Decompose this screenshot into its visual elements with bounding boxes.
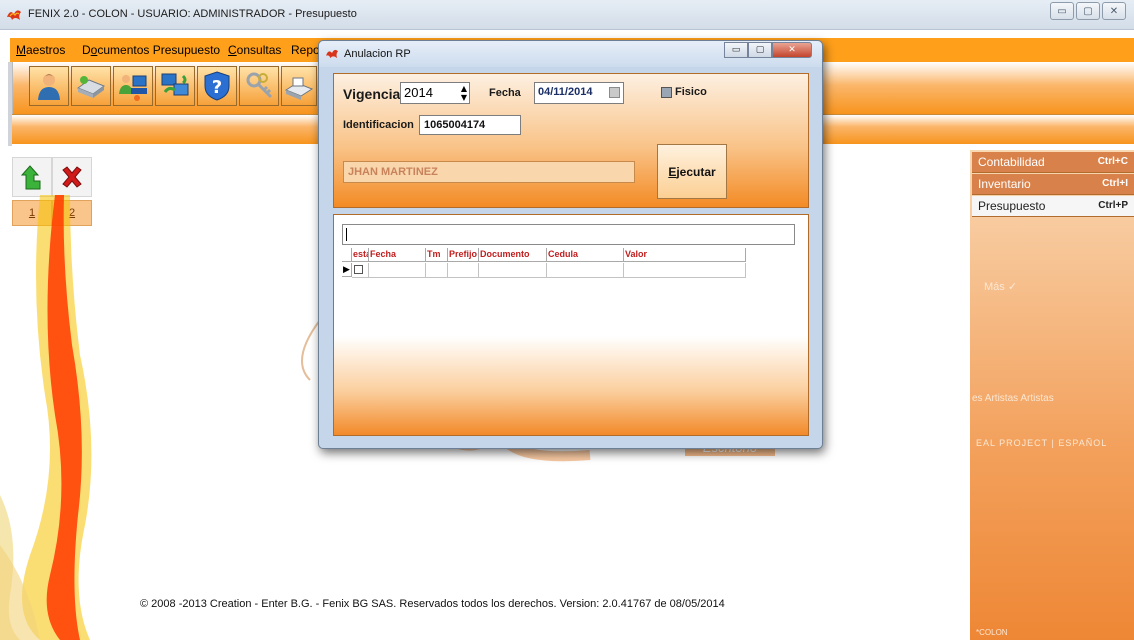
- dialog-minimize-button[interactable]: ▭: [724, 42, 748, 58]
- nombre-field: JHAN MARTINEZ: [343, 161, 635, 183]
- menu-maestros[interactable]: Maestros: [16, 43, 65, 57]
- fenix-app-icon: [326, 49, 338, 59]
- maximize-button[interactable]: ▢: [1076, 2, 1100, 20]
- users-network-icon[interactable]: [113, 66, 153, 106]
- vigencia-label: Vigencia: [343, 86, 401, 102]
- help-icon[interactable]: ?: [197, 66, 237, 106]
- module-inventario[interactable]: Inventario Ctrl+I: [972, 174, 1134, 195]
- dialog-close-button[interactable]: ✕: [772, 42, 812, 58]
- column-header-prefijo[interactable]: Prefijo: [448, 248, 479, 262]
- disk-drive-icon[interactable]: [71, 66, 111, 106]
- table-cell[interactable]: [426, 263, 448, 278]
- minimize-button[interactable]: ▭: [1050, 2, 1074, 20]
- grid-search-input[interactable]: [342, 224, 795, 245]
- fisico-label: Fisico: [675, 86, 707, 98]
- fecha-label: Fecha: [489, 87, 521, 99]
- grid-header-row: esta Fecha Tm Prefijo Documento Cedula V…: [342, 248, 746, 262]
- ghost-links-text: es Artistas Artistas: [972, 393, 1054, 404]
- identificacion-label: Identificacion: [343, 119, 414, 131]
- spinner-arrows-icon[interactable]: ▲ ▼: [461, 84, 467, 102]
- results-panel: esta Fecha Tm Prefijo Documento Cedula V…: [333, 214, 809, 436]
- identificacion-input[interactable]: 1065004174: [419, 115, 521, 135]
- row-checkbox[interactable]: [354, 265, 363, 274]
- dialog-window-controls: ▭ ▢ ✕: [724, 42, 812, 58]
- ghost-banner-text: EAL PROJECT | ESPAÑOL: [976, 438, 1108, 448]
- main-title-bar: FENIX 2.0 - COLON - USUARIO: ADMINISTRAD…: [0, 0, 1134, 30]
- column-header-tm[interactable]: Tm: [426, 248, 448, 262]
- ejecutar-button[interactable]: Ejecutar: [657, 144, 727, 199]
- column-header-valor[interactable]: Valor: [624, 248, 746, 262]
- row-header-corner: [342, 248, 352, 262]
- filter-panel: Vigencia 2014 ▲ ▼ Fecha 04/11/2014 Fisico…: [333, 73, 809, 208]
- dialog-title-bar: Anulacion RP ▭ ▢ ✕: [319, 41, 822, 67]
- table-cell[interactable]: [624, 263, 746, 278]
- row-pointer-icon: ▶: [342, 263, 352, 277]
- results-grid: esta Fecha Tm Prefijo Documento Cedula V…: [342, 248, 752, 428]
- module-contabilidad[interactable]: Contabilidad Ctrl+C: [972, 152, 1134, 173]
- fecha-value: 04/11/2014: [538, 86, 593, 98]
- anulacion-rp-dialog: Anulacion RP ▭ ▢ ✕ Vigencia 2014 ▲ ▼ Fech…: [318, 40, 823, 449]
- text-caret: [346, 228, 347, 241]
- table-cell[interactable]: [369, 263, 426, 278]
- vigencia-stepper[interactable]: 2014 ▲ ▼: [400, 82, 470, 104]
- vigencia-value: 2014: [404, 85, 433, 100]
- close-button[interactable]: ✕: [1102, 2, 1126, 20]
- column-header-documento[interactable]: Documento: [479, 248, 547, 262]
- fecha-date-picker[interactable]: 04/11/2014: [534, 82, 624, 104]
- menu-consultas[interactable]: Consultas: [228, 43, 281, 57]
- table-cell[interactable]: [479, 263, 547, 278]
- printer-icon[interactable]: [281, 66, 317, 106]
- ghost-more-text: Más ✓: [984, 281, 1018, 293]
- dialog-maximize-button[interactable]: ▢: [748, 42, 772, 58]
- ghost-logo-text: *COLON: [976, 628, 1008, 637]
- row-checkbox-cell[interactable]: [352, 263, 369, 278]
- computers-network-icon[interactable]: [155, 66, 195, 106]
- green-arrow-icon[interactable]: [12, 157, 52, 197]
- calendar-icon[interactable]: [609, 87, 620, 98]
- column-header-cedula[interactable]: Cedula: [547, 248, 624, 262]
- table-cell[interactable]: [448, 263, 479, 278]
- table-row[interactable]: ▶: [342, 263, 746, 278]
- user-icon[interactable]: [29, 66, 69, 106]
- fisico-checkbox[interactable]: [661, 87, 672, 98]
- red-x-icon[interactable]: [52, 157, 92, 197]
- modules-panel: Contabilidad Ctrl+C Inventario Ctrl+I Pres…: [970, 150, 1134, 640]
- main-window-title: FENIX 2.0 - COLON - USUARIO: ADMINISTRAD…: [28, 8, 357, 20]
- svg-text:?: ?: [212, 77, 222, 98]
- fenix-app-icon: [7, 10, 21, 20]
- main-window-controls: ▭ ▢ ✕: [1050, 2, 1126, 20]
- module-presupuesto[interactable]: Presupuesto Ctrl+P: [972, 196, 1134, 217]
- table-cell[interactable]: [547, 263, 624, 278]
- menu-documentos-presupuesto[interactable]: Documentos Presupuesto: [82, 43, 220, 57]
- dialog-title: Anulacion RP: [344, 48, 411, 60]
- flame-decoration: [0, 195, 92, 640]
- column-header-esta[interactable]: esta: [352, 248, 369, 262]
- keys-icon[interactable]: [239, 66, 279, 106]
- copyright-footer: © 2008 -2013 Creation - Enter B.G. - Fen…: [140, 598, 725, 610]
- column-header-fecha[interactable]: Fecha: [369, 248, 426, 262]
